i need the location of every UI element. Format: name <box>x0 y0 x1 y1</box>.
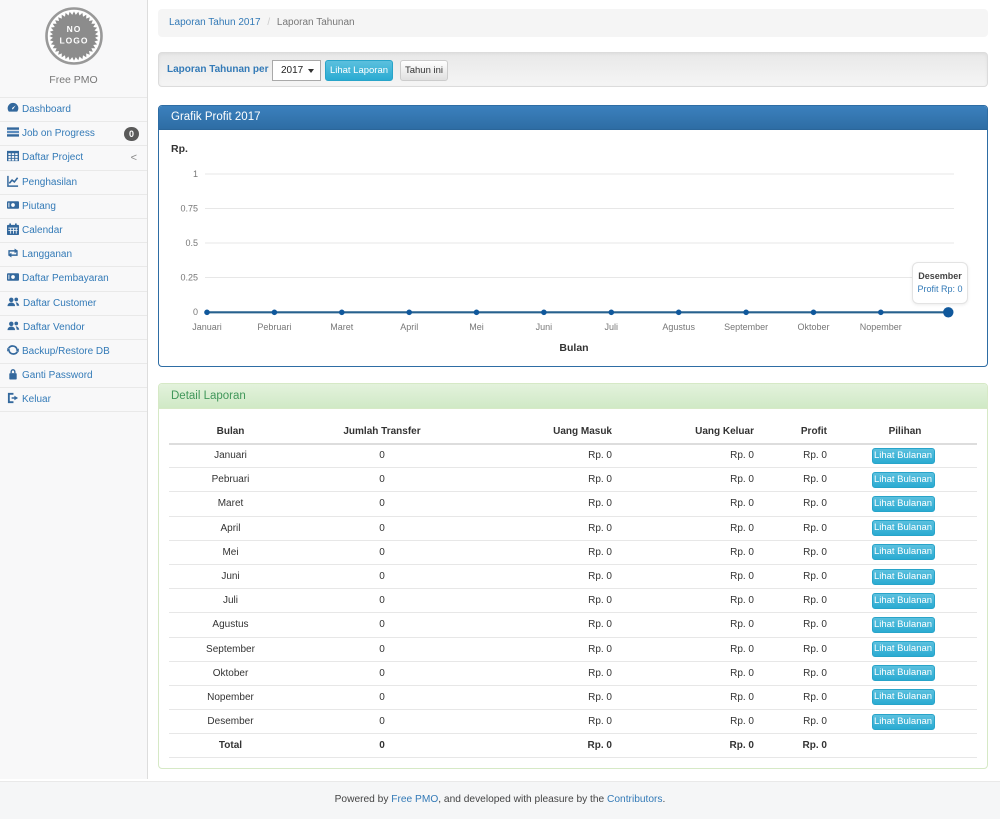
svg-text:Mei: Mei <box>469 322 484 332</box>
svg-text:Maret: Maret <box>330 322 354 332</box>
svg-text:0.5: 0.5 <box>185 238 198 248</box>
svg-text:Januari: Januari <box>192 322 222 332</box>
svg-text:Oktober: Oktober <box>797 322 829 332</box>
svg-text:April: April <box>400 322 418 332</box>
svg-text:NO: NO <box>66 24 81 34</box>
svg-text:Rp.: Rp. <box>171 143 188 155</box>
svg-text:1: 1 <box>193 169 198 179</box>
svg-text:0: 0 <box>193 307 198 317</box>
svg-text:Juni: Juni <box>536 322 553 332</box>
svg-text:Agustus: Agustus <box>662 322 695 332</box>
svg-text:0.25: 0.25 <box>180 273 198 283</box>
svg-text:Pebruari: Pebruari <box>257 322 291 332</box>
svg-text:Juli: Juli <box>605 322 619 332</box>
svg-text:September: September <box>724 322 768 332</box>
svg-text:0.75: 0.75 <box>180 204 198 214</box>
svg-text:Nopember: Nopember <box>860 322 902 332</box>
svg-text:Bulan: Bulan <box>559 342 588 354</box>
svg-text:LOGO: LOGO <box>59 36 88 46</box>
